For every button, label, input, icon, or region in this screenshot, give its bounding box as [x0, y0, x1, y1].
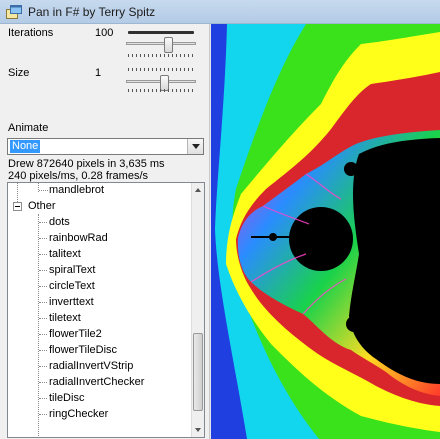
control-panel: Iterations 100 Size 1 Animate None Drew …: [0, 24, 210, 439]
tree-connector: [39, 382, 47, 383]
mandelbrot-render: [211, 24, 440, 439]
collapse-icon[interactable]: [13, 202, 22, 211]
tree-item[interactable]: spiralText: [49, 263, 95, 278]
tree-scrollbar[interactable]: [191, 183, 204, 437]
tree-connector: [39, 318, 47, 319]
iterations-slider-thumb[interactable]: [164, 37, 173, 53]
tree-item[interactable]: inverttext: [49, 295, 94, 310]
window-title: Pan in F# by Terry Spitz: [28, 5, 156, 19]
app-icon: [6, 5, 22, 19]
tree-item[interactable]: flowerTileDisc: [49, 343, 117, 358]
tree-connector: [39, 254, 47, 255]
animate-dropdown[interactable]: None: [7, 138, 204, 155]
tree-connector: [39, 302, 47, 303]
render-time-status: Drew 872640 pixels in 3,635 ms: [8, 158, 165, 170]
iterations-value: 100: [95, 27, 114, 39]
pattern-tree[interactable]: mandlebrot Other dots rainbowRad talitext s…: [7, 182, 205, 438]
tree-item[interactable]: tileDisc: [49, 391, 84, 406]
tree-connector: [39, 366, 47, 367]
animate-label: Animate: [8, 122, 49, 134]
size-value: 1: [95, 67, 102, 79]
tree-connector: [39, 334, 47, 335]
render-rate-status: 240 pixels/ms, 0.28 frames/s: [8, 170, 149, 182]
tree-connector: [39, 398, 47, 399]
fractal-canvas[interactable]: [211, 24, 440, 439]
scroll-up-icon[interactable]: [192, 183, 204, 196]
tree-item[interactable]: radialInvertChecker: [49, 375, 144, 390]
tree-connector: [39, 414, 47, 415]
scrollbar-thumb[interactable]: [193, 333, 203, 411]
iterations-label: Iterations: [8, 27, 54, 39]
tree-content: mandlebrot Other dots rainbowRad talitext s…: [8, 183, 192, 437]
tree-connector: [39, 222, 47, 223]
tree-item[interactable]: radialInvertVStrip: [49, 359, 133, 374]
iterations-slider[interactable]: [126, 29, 196, 59]
tree-item[interactable]: ringChecker: [49, 407, 108, 422]
tree-connector: [39, 238, 47, 239]
tree-item[interactable]: talitext: [49, 247, 81, 262]
title-bar[interactable]: Pan in F# by Terry Spitz: [0, 0, 440, 24]
tree-connector: [39, 270, 47, 271]
size-label: Size: [8, 67, 30, 79]
animate-selected-value: None: [10, 140, 41, 153]
dropdown-arrow-icon[interactable]: [187, 139, 203, 154]
tree-group-other[interactable]: Other: [28, 199, 56, 214]
tree-item[interactable]: tiletext: [49, 311, 81, 326]
tree-connector: [39, 350, 47, 351]
tree-item[interactable]: flowerTile2: [49, 327, 102, 342]
tree-item[interactable]: dots: [49, 215, 70, 230]
tree-item[interactable]: rainbowRad: [49, 231, 108, 246]
scroll-down-icon[interactable]: [192, 424, 204, 437]
size-slider[interactable]: [126, 64, 196, 94]
tree-item[interactable]: circleText: [49, 279, 95, 294]
tree-connector: [39, 286, 47, 287]
tree-item-mandlebrot[interactable]: mandlebrot: [49, 183, 104, 198]
